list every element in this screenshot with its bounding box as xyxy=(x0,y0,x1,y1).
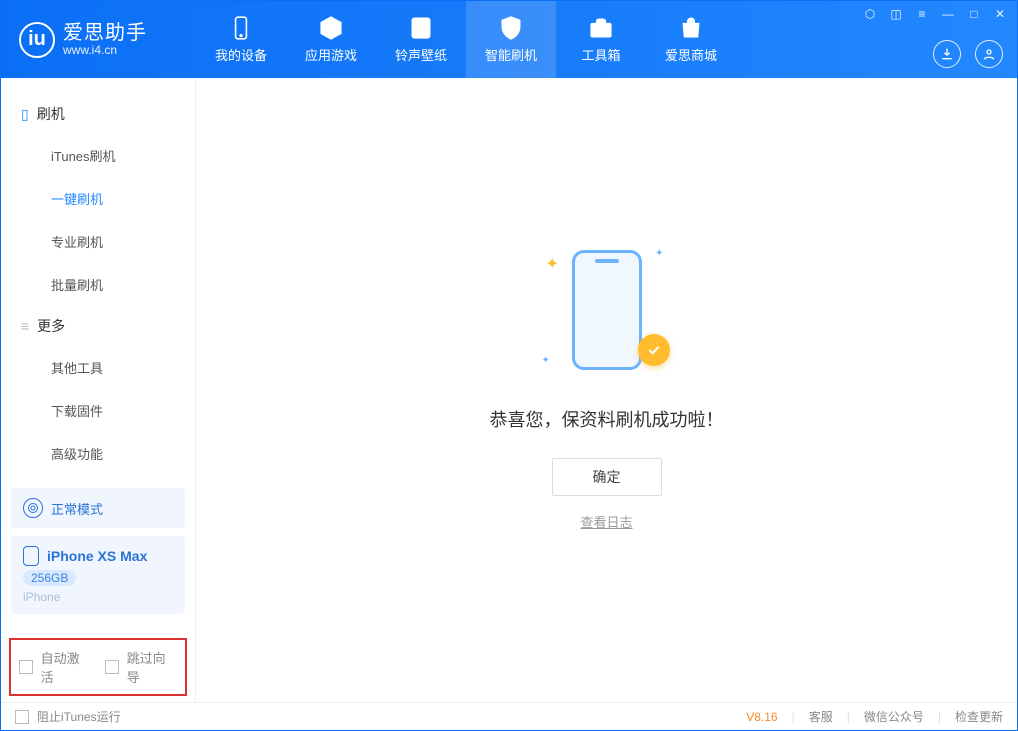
window-controls: ⬡ ◫ ≡ — □ ✕ xyxy=(863,7,1007,21)
sidebar-section-flash: ▯ 刷机 xyxy=(1,94,195,134)
main-content: ✦ ✦ ✦ 恭喜您，保资料刷机成功啦！ 确定 查看日志 xyxy=(196,78,1017,702)
sidebar-item-download-firmware[interactable]: 下载固件 xyxy=(1,389,195,432)
check-badge-icon xyxy=(638,334,670,366)
checkbox-auto-activate[interactable]: 自动激活 xyxy=(19,648,91,686)
music-icon xyxy=(408,15,434,41)
mode-label: 正常模式 xyxy=(51,499,103,518)
nav-apps-games[interactable]: 应用游戏 xyxy=(286,1,376,78)
status-link-update[interactable]: 检查更新 xyxy=(955,708,1003,725)
nav-my-device[interactable]: 我的设备 xyxy=(196,1,286,78)
device-type: iPhone xyxy=(23,590,60,604)
sidebar-item-itunes-flash[interactable]: iTunes刷机 xyxy=(1,134,195,177)
nav-ringtone-wallpaper[interactable]: 铃声壁纸 xyxy=(376,1,466,78)
view-log-link[interactable]: 查看日志 xyxy=(580,512,632,531)
list-icon: ≡ xyxy=(21,318,29,334)
shirt-icon[interactable]: ⬡ xyxy=(863,7,877,21)
device-icon xyxy=(23,546,39,566)
checkbox-icon xyxy=(105,660,119,674)
confirm-button[interactable]: 确定 xyxy=(552,458,662,496)
menu-icon[interactable]: ≡ xyxy=(915,7,929,21)
minimize-button[interactable]: — xyxy=(941,7,955,21)
checkbox-label: 阻止iTunes运行 xyxy=(37,708,121,725)
sidebar-item-pro-flash[interactable]: 专业刷机 xyxy=(1,220,195,263)
nav-flash[interactable]: 智能刷机 xyxy=(466,1,556,78)
maximize-button[interactable]: □ xyxy=(967,7,981,21)
nav-label: 我的设备 xyxy=(215,45,267,64)
mode-card[interactable]: 正常模式 xyxy=(11,488,185,528)
toolbox-icon xyxy=(588,15,614,41)
sidebar-item-batch-flash[interactable]: 批量刷机 xyxy=(1,263,195,306)
nav-label: 智能刷机 xyxy=(485,45,537,64)
spark-icon: ✦ xyxy=(546,254,559,274)
spark-icon: ✦ xyxy=(542,355,550,366)
section-title: 刷机 xyxy=(37,104,65,124)
nav-label: 工具箱 xyxy=(581,45,620,64)
status-link-wechat[interactable]: 微信公众号 xyxy=(864,708,924,725)
nav-label: 铃声壁纸 xyxy=(395,45,447,64)
device-card[interactable]: iPhone XS Max 256GB iPhone xyxy=(11,536,185,614)
sidebar-item-other-tools[interactable]: 其他工具 xyxy=(1,346,195,389)
version-label: V8.16 xyxy=(746,710,777,724)
lock-icon[interactable]: ◫ xyxy=(889,7,903,21)
app-logo: iu 爱思助手 www.i4.cn xyxy=(1,22,196,58)
close-button[interactable]: ✕ xyxy=(993,7,1007,21)
app-header: iu 爱思助手 www.i4.cn 我的设备 应用游戏 铃声壁纸 智能刷机 工具… xyxy=(1,1,1017,78)
checkbox-skip-guide[interactable]: 跳过向导 xyxy=(105,648,177,686)
phone-small-icon: ▯ xyxy=(21,106,29,123)
nav-toolbox[interactable]: 工具箱 xyxy=(556,1,646,78)
sidebar-item-onekey-flash[interactable]: 一键刷机 xyxy=(1,177,195,220)
app-url: www.i4.cn xyxy=(63,44,147,57)
statusbar: 阻止iTunes运行 V8.16 | 客服 | 微信公众号 | 检查更新 xyxy=(1,702,1017,730)
cube-icon xyxy=(318,15,344,41)
device-capacity: 256GB xyxy=(23,570,76,586)
sidebar: ▯ 刷机 iTunes刷机 一键刷机 专业刷机 批量刷机 ≡ 更多 其他工具 下… xyxy=(1,78,196,702)
nav-label: 应用游戏 xyxy=(305,45,357,64)
sidebar-section-more: ≡ 更多 xyxy=(1,306,195,346)
app-name: 爱思助手 xyxy=(63,22,147,44)
checkbox-label: 跳过向导 xyxy=(127,648,177,686)
logo-icon: iu xyxy=(19,22,55,58)
main-nav: 我的设备 应用游戏 铃声壁纸 智能刷机 工具箱 爱思商城 xyxy=(196,1,736,78)
options-highlight-box: 自动激活 跳过向导 xyxy=(9,638,187,696)
section-title: 更多 xyxy=(37,316,65,336)
checkbox-icon xyxy=(19,660,33,674)
mode-icon xyxy=(23,498,43,518)
checkbox-label: 自动激活 xyxy=(41,648,91,686)
header-actions xyxy=(933,40,1003,68)
sidebar-item-advanced[interactable]: 高级功能 xyxy=(1,432,195,475)
device-name: iPhone XS Max xyxy=(47,548,147,564)
phone-icon xyxy=(228,15,254,41)
bag-icon xyxy=(678,15,704,41)
checkbox-icon xyxy=(15,710,29,724)
download-icon[interactable] xyxy=(933,40,961,68)
status-link-support[interactable]: 客服 xyxy=(809,708,833,725)
checkbox-block-itunes[interactable]: 阻止iTunes运行 xyxy=(15,708,121,725)
nav-store[interactable]: 爱思商城 xyxy=(646,1,736,78)
shield-sync-icon xyxy=(498,15,524,41)
nav-label: 爱思商城 xyxy=(665,45,717,64)
user-icon[interactable] xyxy=(975,40,1003,68)
spark-icon: ✦ xyxy=(655,248,663,259)
success-message: 恭喜您，保资料刷机成功啦！ xyxy=(490,406,724,432)
success-illustration: ✦ ✦ ✦ xyxy=(552,250,662,380)
